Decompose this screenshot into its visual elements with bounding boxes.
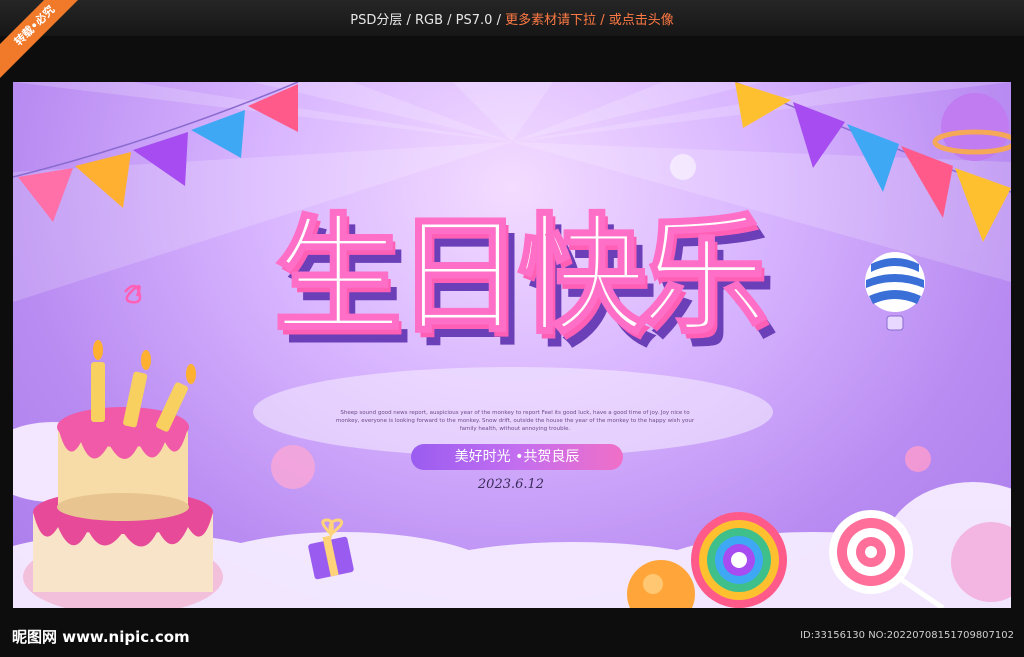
- event-date: 2023.6.12: [477, 477, 545, 492]
- ribbon-squiggle-icon: [124, 284, 142, 304]
- pink-ball-icon: [905, 446, 931, 472]
- format-text: PSD分层 / RGB / PS7.0 /: [350, 13, 506, 28]
- rainbow-lollipop-icon: [691, 512, 787, 608]
- english-blurb: Sheep sound good news report, auspicious…: [335, 410, 695, 432]
- format-info: PSD分层 / RGB / PS7.0 / 更多素材请下拉 / 或点击头像: [0, 9, 1024, 28]
- pink-ball-icon: [271, 445, 315, 489]
- hot-air-balloon-icon: [865, 252, 925, 331]
- title-group: 生日快乐 生日快乐 生日快乐: [208, 197, 828, 366]
- slogan-pill: 美好时光 •共贺良辰: [411, 444, 623, 470]
- bubble-icon: [670, 154, 696, 180]
- poster-title: 生日快乐: [272, 201, 769, 353]
- site-logo[interactable]: 昵图网 www.nipic.com: [12, 626, 190, 647]
- top-info-bar: PSD分层 / RGB / PS7.0 / 更多素材请下拉 / 或点击头像: [0, 0, 1024, 36]
- planet-icon: [932, 93, 1011, 161]
- gift-box-icon: [308, 518, 354, 580]
- birthday-poster: 生日快乐 生日快乐 生日快乐 Sheep sound good news rep…: [13, 82, 1011, 608]
- image-id-text: ID:33156130 NO:20220708151709807102: [800, 630, 1014, 641]
- more-materials-text[interactable]: 更多素材请下拉 / 或点击头像: [505, 13, 674, 28]
